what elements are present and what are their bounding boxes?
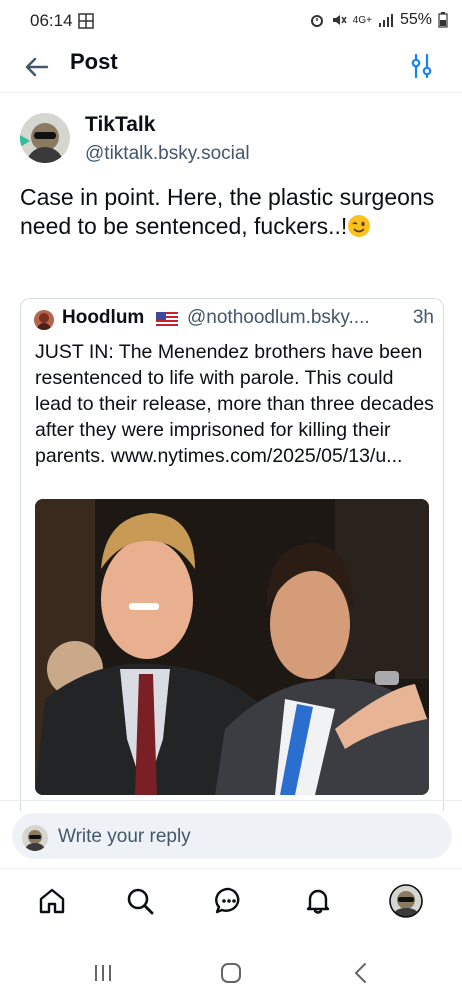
- network-type-label: 4G+: [352, 14, 372, 26]
- bottom-nav: [0, 868, 462, 935]
- profile-avatar: [389, 884, 423, 918]
- reply-input[interactable]: Write your reply: [12, 813, 452, 859]
- signal-icon: [378, 14, 393, 27]
- home-button-icon[interactable]: [216, 960, 246, 986]
- battery-label: 55%: [399, 11, 432, 28]
- nav-search[interactable]: [122, 883, 158, 919]
- nav-profile[interactable]: [388, 883, 424, 919]
- quoted-post-text: JUST IN: The Menendez brothers have been…: [35, 341, 434, 467]
- reply-placeholder: Write your reply: [58, 826, 191, 847]
- quoted-post-card[interactable]: Hoodlum @nothoodlum.bsky.... 3h JUST IN:…: [20, 298, 444, 811]
- recent-apps-icon[interactable]: [88, 960, 118, 986]
- system-nav-bar: [0, 944, 462, 1000]
- author-avatar[interactable]: [20, 113, 70, 163]
- quoted-author-handle: @nothoodlum.bsky....: [187, 307, 370, 328]
- bell-icon: [306, 889, 330, 914]
- status-bar: 06:14 4G+ 55%: [0, 0, 462, 44]
- status-time: 06:14: [30, 11, 73, 30]
- top-header: Post: [0, 44, 462, 93]
- quoted-author-avatar: [34, 310, 54, 330]
- arrow-left-icon[interactable]: [22, 52, 52, 82]
- reply-bar: Write your reply: [0, 800, 462, 869]
- status-icons: 4G+ 55%: [309, 11, 448, 29]
- quoted-post-image[interactable]: [35, 499, 429, 795]
- chat-icon: [215, 887, 240, 914]
- nav-notifications[interactable]: [300, 883, 336, 919]
- back-button-icon[interactable]: [346, 960, 376, 986]
- post-text: Case in point. Here, the plastic surgeon…: [20, 183, 440, 241]
- battery-icon: [438, 12, 448, 28]
- quoted-author-name: Hoodlum: [62, 307, 145, 328]
- home-icon: [39, 888, 65, 914]
- alarm-icon: [310, 15, 323, 27]
- us-flag-icon: [156, 312, 178, 327]
- post-text-body: Case in point. Here, the plastic surgeon…: [20, 184, 435, 239]
- author-handle[interactable]: @tiktalk.bsky.social: [85, 143, 250, 165]
- page-title: Post: [70, 49, 118, 74]
- mute-icon: [332, 15, 347, 25]
- gallery-icon: [78, 13, 94, 29]
- quoted-post-time: 3h: [412, 307, 434, 328]
- sliders-icon[interactable]: [410, 52, 434, 80]
- winking-face-emoji: [348, 215, 371, 237]
- nav-home[interactable]: [34, 883, 70, 919]
- my-avatar: [22, 825, 48, 851]
- quoted-post-header: Hoodlum @nothoodlum.bsky.... 3h: [34, 307, 434, 333]
- author-display-name[interactable]: TikTalk: [85, 113, 155, 137]
- nav-chat[interactable]: [211, 883, 247, 919]
- search-icon: [127, 888, 154, 915]
